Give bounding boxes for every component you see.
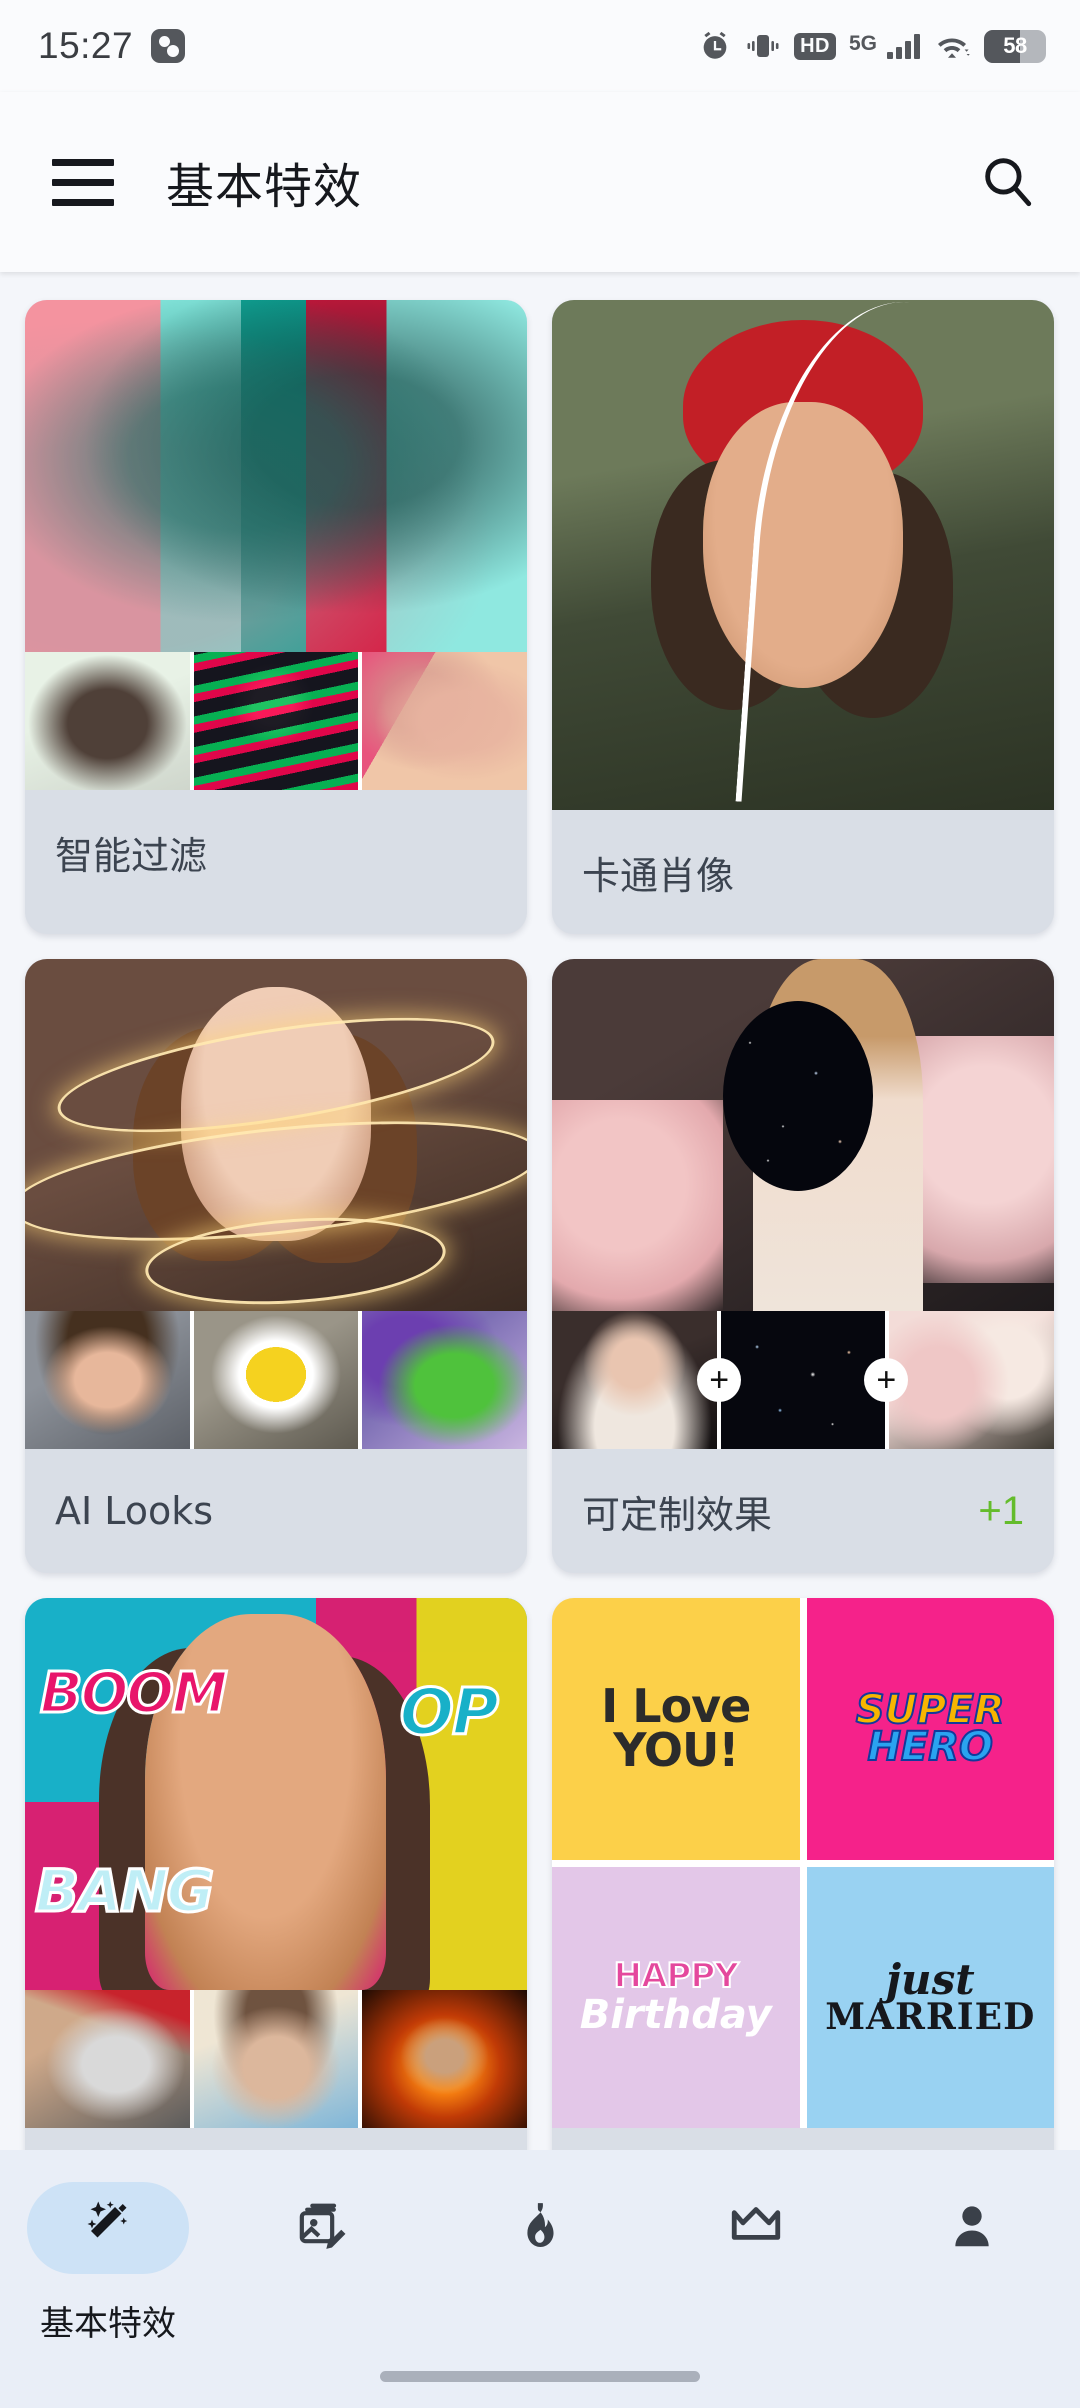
- search-icon[interactable]: [978, 151, 1036, 214]
- status-bar-left: 15:27: [38, 25, 186, 67]
- sticker-hero-line2: HERO: [866, 1723, 994, 1770]
- status-time: 15:27: [38, 25, 134, 66]
- nav-pill: [675, 2182, 837, 2274]
- effects-scroll-area[interactable]: 智能过滤 卡通肖像 AI Looks + + 可定制效果 +1 BOOM OP …: [0, 272, 1080, 2150]
- effects-grid: 智能过滤 卡通肖像 AI Looks + + 可定制效果 +1 BOOM OP …: [0, 300, 1080, 2150]
- sticker-birthday[interactable]: HAPPY Birthday: [552, 1866, 800, 2128]
- card-label: [25, 2128, 527, 2150]
- thumbnail[interactable]: [25, 652, 190, 790]
- card-thumbnail-strip: [25, 652, 527, 790]
- person-icon: [945, 2199, 999, 2258]
- nav-pill: [243, 2182, 405, 2274]
- sticker-married-line2: MARRIED: [825, 1996, 1036, 2039]
- sticker-birthday-line1: HAPPY: [613, 1956, 740, 1997]
- card-hero-image: [25, 300, 527, 652]
- plus-icon: +: [697, 1358, 742, 1402]
- alarm-icon: [698, 29, 732, 63]
- nav-item-label: 基本特效: [40, 2304, 176, 2344]
- battery-level: 58: [1003, 33, 1027, 58]
- gesture-bar[interactable]: [380, 2371, 700, 2382]
- thumbnail[interactable]: [193, 1311, 359, 1449]
- sticker-married[interactable]: just MARRIED: [806, 1866, 1054, 2128]
- effect-card-cartoon-portrait[interactable]: 卡通肖像: [552, 300, 1054, 934]
- vibrate-icon: [745, 31, 781, 61]
- card-hero-image: [25, 959, 527, 1311]
- status-bar-right: HD 5G 58: [698, 29, 1046, 63]
- card-badge: +1: [978, 1488, 1024, 1533]
- card-label: [552, 2128, 1054, 2150]
- starry-face-overlay: [722, 1001, 874, 1192]
- thumbnail[interactable]: [552, 1311, 717, 1449]
- hamburger-menu-icon[interactable]: [52, 158, 114, 206]
- comic-word-bang: BANG: [34, 1855, 216, 1926]
- sticker-grid: I Love YOU! SUPER HERO HAPPY Birthday ju…: [552, 1598, 1054, 2128]
- card-label: 智能过滤: [25, 790, 527, 914]
- effect-card-customizable[interactable]: + + 可定制效果 +1: [552, 959, 1054, 1573]
- thumbnail[interactable]: [720, 1311, 886, 1449]
- nav-item-basic-effects[interactable]: 基本特效: [0, 2182, 216, 2345]
- crown-icon: [727, 2197, 785, 2260]
- card-hero-image: BOOM OP BANG: [25, 1598, 527, 1990]
- nav-active-pill: [27, 2182, 189, 2274]
- wifi-icon: [933, 31, 971, 61]
- effect-card-ai-looks[interactable]: AI Looks: [25, 959, 527, 1573]
- page-title: 基本特效: [166, 159, 363, 215]
- effect-card-stickers[interactable]: I Love YOU! SUPER HERO HAPPY Birthday ju…: [552, 1598, 1054, 2150]
- sticker-superhero[interactable]: SUPER HERO: [806, 1598, 1054, 1860]
- signal-icon: [887, 33, 920, 59]
- thumbnail[interactable]: [362, 1990, 527, 2128]
- effect-card-smart-filter[interactable]: 智能过滤: [25, 300, 527, 934]
- comic-word-pop: OP: [398, 1675, 500, 1752]
- nav-pill: [459, 2182, 621, 2274]
- card-hero-image: [552, 300, 1054, 810]
- thumbnail[interactable]: [889, 1311, 1054, 1449]
- sticker-love-line2: YOU!: [613, 1722, 739, 1777]
- card-title: AI Looks: [55, 1489, 214, 1533]
- nav-item-premium[interactable]: [648, 2182, 864, 2296]
- card-label: 可定制效果 +1: [552, 1449, 1054, 1573]
- thumbnail[interactable]: [362, 1311, 527, 1449]
- sticker-birthday-line2: Birthday: [579, 1992, 772, 2039]
- flame-icon: [512, 2198, 568, 2259]
- thumbnail[interactable]: [193, 652, 359, 790]
- card-hero-image: I Love YOU! SUPER HERO HAPPY Birthday ju…: [552, 1598, 1054, 2128]
- bottom-navigation: 基本特效: [0, 2150, 1080, 2408]
- card-hero-image: [552, 959, 1054, 1311]
- status-bar: 15:27 HD 5G 58: [0, 0, 1080, 92]
- card-thumbnail-strip: + +: [552, 1311, 1054, 1449]
- nav-item-photo-editor[interactable]: [216, 2182, 432, 2296]
- hd-icon: HD: [794, 32, 836, 60]
- nav-item-trending[interactable]: [432, 2182, 648, 2296]
- sticker-love[interactable]: I Love YOU!: [552, 1598, 800, 1860]
- photo-editor-icon: [296, 2198, 352, 2259]
- card-title: 智能过滤: [55, 833, 208, 878]
- nav-pill: [891, 2182, 1053, 2274]
- thumbnail[interactable]: [25, 1311, 190, 1449]
- card-thumbnail-strip: [25, 1990, 527, 2128]
- card-label: 卡通肖像: [552, 810, 1054, 934]
- effect-card-popart[interactable]: BOOM OP BANG: [25, 1598, 527, 2150]
- card-thumbnail-strip: [25, 1311, 527, 1449]
- card-title: 可定制效果: [582, 1492, 773, 1537]
- nav-item-profile[interactable]: [864, 2182, 1080, 2296]
- card-title: 卡通肖像: [582, 853, 735, 898]
- magic-wand-icon: [78, 2196, 138, 2261]
- 5g-icon: 5G: [848, 32, 877, 55]
- app-bar: 基本特效: [0, 92, 1080, 272]
- battery-icon: 58: [984, 29, 1046, 63]
- card-label: AI Looks: [25, 1449, 527, 1573]
- thumbnail[interactable]: [193, 1990, 359, 2128]
- comic-word-boom: BOOM: [39, 1659, 230, 1727]
- thumbnail[interactable]: [25, 1990, 190, 2128]
- thumbnail[interactable]: [362, 652, 527, 790]
- plus-icon: +: [864, 1358, 909, 1402]
- sharing-icon: [151, 29, 186, 63]
